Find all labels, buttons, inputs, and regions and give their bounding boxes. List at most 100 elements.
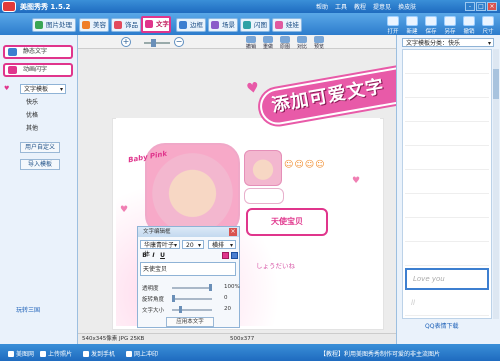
rotation-slider-track[interactable] xyxy=(172,298,212,300)
right-bottom-link[interactable]: QQ表情下载 xyxy=(425,321,458,330)
status-phone-link[interactable]: 发到手机 xyxy=(83,349,115,358)
tab-text[interactable]: 文字 xyxy=(141,16,171,33)
category-select[interactable]: 文字模板分类：快乐 ▾ xyxy=(402,38,494,47)
zoom-in-icon[interactable]: + xyxy=(121,37,131,47)
layout-select[interactable]: 横排 ▾ xyxy=(208,240,236,249)
tab-border[interactable]: 边框 xyxy=(176,18,206,32)
template-thumb[interactable]: ll xyxy=(405,294,489,316)
scrollbar-thumb[interactable] xyxy=(493,69,499,99)
app-logo-icon xyxy=(2,1,16,12)
color-picker[interactable] xyxy=(231,252,238,259)
canvas-compare-button[interactable]: 对比 xyxy=(295,36,309,50)
zoom-slider-track[interactable] xyxy=(144,42,170,44)
custom-button[interactable]: 用户自定义 xyxy=(20,142,60,153)
font-select[interactable]: 华康青叶子体 ▾ xyxy=(140,240,180,258)
animated-text-button[interactable]: 动画闪字 xyxy=(3,63,73,77)
size-icon xyxy=(482,16,494,26)
import-template-button[interactable]: 导入模板 xyxy=(20,159,60,170)
text-edit-dialog: 文字编辑框 × 华康青叶子体 ▾ 20 ▾ 横排 ▾ B I U 天使宝贝 透明… xyxy=(137,226,240,328)
maximize-button[interactable]: □ xyxy=(476,2,486,11)
undo-icon xyxy=(463,16,475,26)
italic-button[interactable]: I xyxy=(150,252,157,259)
status-print-link[interactable]: 网上冲印 xyxy=(126,349,158,358)
tab-flash[interactable]: 闪图 xyxy=(240,18,270,32)
tab-label: 闪图 xyxy=(254,21,267,29)
save-button[interactable]: 保存 xyxy=(422,16,440,35)
undo-button[interactable]: 撤销 xyxy=(460,16,478,35)
heart-sticker-icon: ♥ xyxy=(120,205,129,215)
text-input[interactable]: 天使宝贝 xyxy=(140,262,236,276)
menu-help[interactable]: 帮助 xyxy=(316,2,328,11)
tab-scene[interactable]: 场景 xyxy=(208,18,238,32)
size-button[interactable]: 尺寸 xyxy=(479,16,497,35)
tab-beauty[interactable]: 美容 xyxy=(79,18,109,32)
template-scrollbar[interactable] xyxy=(493,49,499,319)
font-size-value: 20 xyxy=(186,242,194,249)
opacity-slider-thumb[interactable] xyxy=(209,284,212,291)
animated-text-icon xyxy=(8,66,17,74)
tab-accessories[interactable]: 饰品 xyxy=(111,18,141,32)
dialog-title: 文字编辑框 xyxy=(138,227,239,237)
open-button[interactable]: 打开 xyxy=(384,16,402,35)
text-size-slider-thumb[interactable] xyxy=(179,306,183,313)
canvas-redo-button[interactable]: 重做 xyxy=(261,36,275,50)
template-thumb[interactable] xyxy=(405,76,489,98)
layout-select-value: 横排 xyxy=(212,242,225,249)
opacity-label: 透明度 xyxy=(142,286,159,292)
template-thumb[interactable] xyxy=(405,148,489,170)
option-youge[interactable]: 优格 xyxy=(26,110,38,119)
rotation-value: 0 xyxy=(224,295,228,301)
template-thumb[interactable] xyxy=(405,172,489,194)
save-as-button[interactable]: 另存 xyxy=(441,16,459,35)
color-swatch[interactable] xyxy=(222,252,229,259)
tab-doll[interactable]: 娃娃 xyxy=(272,18,302,32)
smiley-stickers: ☺☺☺☺ xyxy=(284,160,326,170)
decor-text: しょうだいね xyxy=(256,262,295,270)
zoom-slider-thumb[interactable] xyxy=(151,39,156,47)
original-icon xyxy=(280,36,290,43)
status-upload-link[interactable]: 上传照片 xyxy=(40,349,72,358)
canvas-preview-button[interactable]: 预览 xyxy=(312,36,326,50)
opacity-slider-track[interactable] xyxy=(172,287,212,289)
menu-feedback[interactable]: 提意见 xyxy=(373,2,391,11)
template-thumb-selected[interactable]: Love you xyxy=(405,268,489,290)
font-size-select[interactable]: 20 ▾ xyxy=(182,240,204,249)
template-thumb[interactable] xyxy=(405,52,489,74)
template-select[interactable]: 文字模板 ▾ xyxy=(20,84,66,94)
template-thumb[interactable] xyxy=(405,196,489,218)
menu-tools[interactable]: 工具 xyxy=(335,2,347,11)
text-sticker-angel[interactable]: 天使宝贝 xyxy=(246,208,328,236)
option-other[interactable]: 其他 xyxy=(26,123,38,132)
close-button[interactable]: × xyxy=(487,2,497,11)
template-thumb[interactable] xyxy=(405,244,489,266)
menu-tutorial[interactable]: 教程 xyxy=(354,2,366,11)
status-tutorial-link[interactable]: 【教程】利用美图秀秀制作可爱的非主流图片 xyxy=(320,349,440,358)
right-panel: 文字模板分类：快乐 ▾ Love you ll QQ表情下载 xyxy=(396,35,500,344)
tab-image-process[interactable]: 图片处理 xyxy=(32,18,76,32)
minimize-button[interactable]: - xyxy=(465,2,475,11)
template-thumb[interactable] xyxy=(405,124,489,146)
underline-button[interactable]: U xyxy=(159,252,166,259)
heart-bullet-icon: ♥ xyxy=(4,85,10,92)
scene-icon xyxy=(211,21,219,29)
template-thumb[interactable] xyxy=(405,220,489,242)
chevron-down-icon: ▾ xyxy=(487,40,491,47)
chevron-down-icon: ▾ xyxy=(229,242,233,249)
canvas-original-button[interactable]: 原图 xyxy=(278,36,292,50)
option-happy[interactable]: 快乐 xyxy=(26,97,38,106)
static-text-button[interactable]: 静态文字 xyxy=(3,45,73,59)
left-bottom-link[interactable]: 玩转三国 xyxy=(16,305,40,314)
canvas-undo-button[interactable]: 撤销 xyxy=(244,36,258,50)
text-size-slider-track[interactable] xyxy=(172,309,212,311)
rotation-slider-thumb[interactable] xyxy=(172,295,175,302)
status-meitu-link[interactable]: 美图网 xyxy=(8,349,34,358)
new-button[interactable]: 新建 xyxy=(403,16,421,35)
zoom-out-icon[interactable]: − xyxy=(174,37,184,47)
undo-icon xyxy=(246,36,256,43)
text-size-label: 文字大小 xyxy=(142,308,165,314)
bold-button[interactable]: B xyxy=(141,252,148,259)
dialog-close-button[interactable]: × xyxy=(229,228,237,236)
template-thumb[interactable] xyxy=(405,100,489,122)
menu-skin[interactable]: 换皮肤 xyxy=(398,2,416,11)
apply-text-button[interactable]: 应用本文字 xyxy=(166,317,214,327)
